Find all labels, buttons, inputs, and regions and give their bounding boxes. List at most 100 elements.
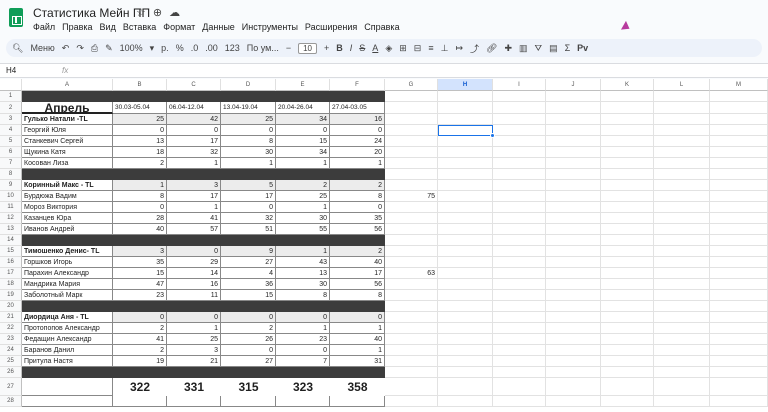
employee-value[interactable]: 17 [167, 191, 221, 202]
cell[interactable] [654, 396, 710, 407]
employee-name[interactable]: Мороз Виктория [22, 202, 113, 213]
search-icon[interactable]: 🔍︎ [12, 43, 23, 54]
separator-band[interactable] [113, 367, 167, 378]
cell[interactable] [438, 102, 493, 114]
separator-band[interactable] [276, 367, 330, 378]
period-header[interactable]: 27.04-03.05 [330, 102, 385, 114]
employee-value[interactable]: 35 [330, 213, 385, 224]
employee-value[interactable]: 1 [276, 323, 330, 334]
employee-value[interactable]: 2 [113, 345, 167, 356]
team-lead-value[interactable]: 0 [167, 246, 221, 257]
text-color-icon[interactable]: A [372, 43, 378, 53]
cell[interactable] [601, 367, 654, 378]
cell[interactable] [546, 224, 601, 235]
cell[interactable] [601, 169, 654, 180]
cell[interactable] [438, 378, 493, 396]
cell[interactable] [710, 356, 768, 367]
cell[interactable] [493, 125, 546, 136]
cell[interactable] [438, 356, 493, 367]
text-rotate-icon[interactable]: ⤴ [470, 42, 479, 55]
employee-value[interactable]: 8 [330, 191, 385, 202]
employee-value[interactable]: 36 [221, 279, 276, 290]
team-lead-value[interactable]: 2 [330, 246, 385, 257]
cell[interactable] [385, 235, 438, 246]
comment-icon[interactable]: ✚ [504, 43, 512, 54]
employee-value[interactable]: 17 [167, 136, 221, 147]
separator-band[interactable] [330, 367, 385, 378]
employee-value[interactable]: 0 [167, 125, 221, 136]
cell[interactable] [654, 257, 710, 268]
employee-value[interactable]: 15 [276, 136, 330, 147]
row-header-8[interactable]: 8 [0, 169, 22, 180]
cell[interactable] [710, 334, 768, 345]
cell[interactable] [654, 301, 710, 312]
header-band[interactable] [330, 91, 385, 102]
cell[interactable] [601, 257, 654, 268]
cell[interactable] [493, 147, 546, 158]
cell[interactable] [438, 268, 493, 279]
cell[interactable] [710, 257, 768, 268]
employee-value[interactable]: 0 [330, 202, 385, 213]
column-header-l[interactable]: L [654, 79, 710, 91]
employee-value[interactable]: 4 [221, 268, 276, 279]
cell[interactable] [601, 279, 654, 290]
separator-band[interactable] [22, 169, 113, 180]
employee-value[interactable]: 13 [276, 268, 330, 279]
cell[interactable] [710, 290, 768, 301]
cell[interactable] [385, 114, 438, 125]
employee-value[interactable]: 31 [330, 356, 385, 367]
employee-value[interactable]: 30 [276, 279, 330, 290]
cell[interactable] [493, 378, 546, 396]
cell[interactable] [385, 367, 438, 378]
row-header-22[interactable]: 22 [0, 323, 22, 334]
cell[interactable] [546, 323, 601, 334]
cell[interactable] [493, 158, 546, 169]
cell[interactable] [438, 367, 493, 378]
cell[interactable] [546, 345, 601, 356]
cell[interactable] [654, 202, 710, 213]
cell[interactable] [385, 246, 438, 257]
select-all-corner[interactable] [0, 79, 22, 91]
cell[interactable] [546, 202, 601, 213]
cell[interactable] [438, 114, 493, 125]
header-band[interactable] [113, 91, 167, 102]
cell[interactable] [546, 334, 601, 345]
empty-cell[interactable] [113, 396, 167, 407]
cell[interactable] [438, 169, 493, 180]
cell[interactable] [438, 396, 493, 407]
row-header-5[interactable]: 5 [0, 136, 22, 147]
cell[interactable] [546, 114, 601, 125]
cell[interactable] [546, 158, 601, 169]
cell[interactable] [493, 334, 546, 345]
cell[interactable] [438, 235, 493, 246]
cell[interactable] [546, 367, 601, 378]
employee-value[interactable]: 8 [221, 136, 276, 147]
cell[interactable] [385, 396, 438, 407]
team-lead-value[interactable]: 34 [276, 114, 330, 125]
employee-name[interactable]: Станкевич Сергей [22, 136, 113, 147]
cell[interactable] [710, 158, 768, 169]
cell[interactable] [601, 378, 654, 396]
total-value[interactable]: 331 [167, 378, 221, 396]
paint-format-icon[interactable]: ✎ [105, 43, 113, 54]
column-header-g[interactable]: G [385, 79, 438, 91]
cell[interactable] [654, 367, 710, 378]
empty-cell[interactable] [167, 396, 221, 407]
cell[interactable] [601, 180, 654, 191]
cell[interactable] [438, 180, 493, 191]
cell[interactable] [601, 102, 654, 114]
employee-value[interactable]: 32 [167, 147, 221, 158]
cell[interactable] [601, 91, 654, 102]
employee-value[interactable]: 17 [330, 268, 385, 279]
cell[interactable] [546, 301, 601, 312]
team-lead-value[interactable]: 2 [276, 180, 330, 191]
employee-value[interactable]: 7 [276, 356, 330, 367]
cell[interactable] [546, 91, 601, 102]
team-lead-value[interactable]: 0 [221, 312, 276, 323]
search-menu-label[interactable]: Меню [30, 43, 54, 53]
row-header-26[interactable]: 26 [0, 367, 22, 378]
undo-icon[interactable]: ↶ [62, 43, 70, 54]
employee-value[interactable]: 8 [113, 191, 167, 202]
employee-value[interactable]: 27 [221, 356, 276, 367]
employee-value[interactable]: 29 [167, 257, 221, 268]
